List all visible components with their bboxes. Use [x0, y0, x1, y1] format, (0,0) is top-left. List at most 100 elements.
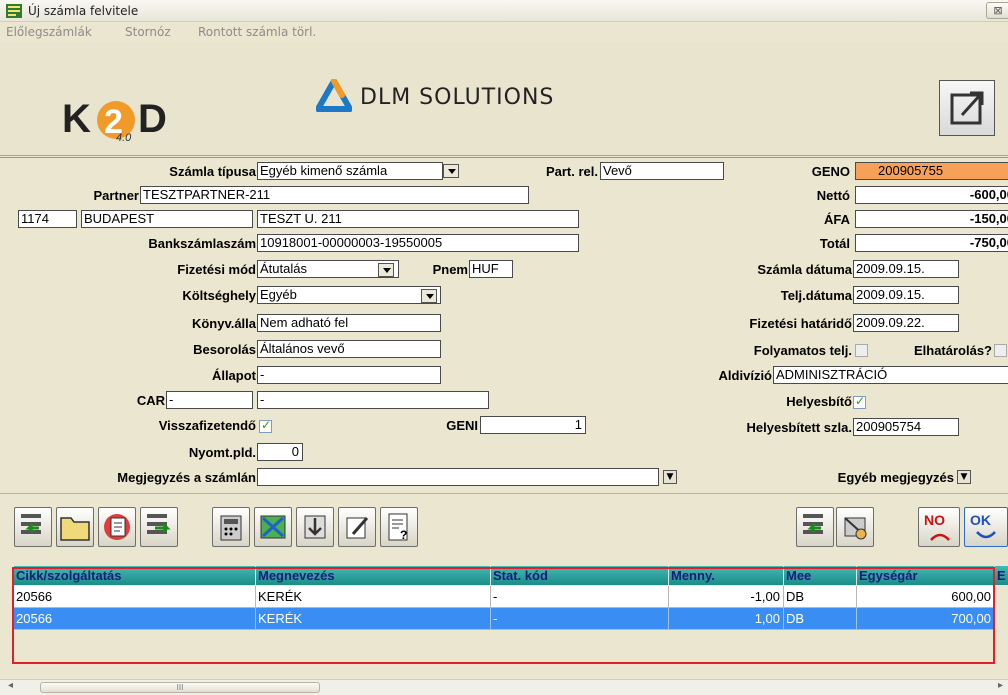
- nyomt-pld-label: Nyomt.pld.: [188, 445, 256, 460]
- export-button[interactable]: [939, 80, 995, 136]
- visszafizetendo-checkbox[interactable]: [259, 418, 272, 433]
- export-icon: [950, 91, 984, 125]
- import-icon: [304, 515, 326, 539]
- import-button[interactable]: [296, 507, 334, 547]
- part-rel-label: Part. rel.: [545, 164, 598, 179]
- szamla-tipusa-select[interactable]: Egyéb kimenő számla: [257, 162, 443, 180]
- city-field[interactable]: BUDAPEST: [81, 210, 253, 228]
- szamla-datuma-field[interactable]: 2009.09.15.: [853, 260, 959, 278]
- helyesbito-label: Helyesbítő: [786, 394, 852, 409]
- edit-note-icon: [346, 517, 369, 539]
- arrow-right-icon: [147, 514, 171, 534]
- egyeb-megjegyzes-label: Egyéb megjegyzés: [837, 470, 954, 485]
- menu-item-stornoz[interactable]: Stornóz: [125, 25, 171, 39]
- allapot-label: Állapot: [211, 368, 256, 383]
- folyamatos-telj-label: Folyamatos telj.: [753, 343, 852, 358]
- megjegyzes-field[interactable]: [257, 468, 659, 486]
- megjegyzes-expand-icon[interactable]: ▼: [663, 470, 677, 484]
- no-button[interactable]: NO: [918, 507, 960, 547]
- koltseghely-select[interactable]: Egyéb: [257, 286, 441, 304]
- netto-field[interactable]: -600,00: [855, 186, 1008, 204]
- total-field[interactable]: -750,00: [855, 234, 1008, 252]
- car-label: CAR: [136, 393, 165, 408]
- help-button[interactable]: ?: [380, 507, 418, 547]
- print-button[interactable]: [98, 507, 136, 547]
- no-label: NO: [924, 512, 945, 528]
- horizontal-scrollbar[interactable]: ◂ III ▸: [0, 679, 1008, 695]
- car-field-2[interactable]: -: [257, 391, 489, 409]
- pnem-field[interactable]: HUF: [469, 260, 513, 278]
- logo-area: K 2 D 4.0 DLM SOLUTIONS: [0, 42, 1008, 156]
- geni-label: GENI: [446, 418, 478, 433]
- menu-item-rontott-szamla[interactable]: Rontott számla törl.: [198, 25, 316, 39]
- helyesbitett-szla-label: Helyesbített szla.: [746, 420, 853, 435]
- koltseghely-chevron-down-icon[interactable]: [421, 289, 437, 303]
- fizetesi-hatarido-field[interactable]: 2009.09.22.: [853, 314, 959, 332]
- sad-face-icon: [930, 533, 950, 541]
- street-field[interactable]: TESZT U. 211: [257, 210, 579, 228]
- open-folder-button[interactable]: [56, 507, 94, 547]
- menu-item-elolegszamlak[interactable]: Előlegszámlák: [6, 25, 92, 39]
- nyomt-pld-field[interactable]: 0: [257, 443, 303, 461]
- scroll-right-icon[interactable]: ▸: [998, 680, 1003, 691]
- szamla-datuma-label: Számla dátuma: [757, 262, 852, 277]
- egyeb-megjegyzes-expand-icon[interactable]: ▼: [957, 470, 971, 484]
- partner-field[interactable]: TESZTPARTNER-211: [140, 186, 529, 204]
- scroll-thumb[interactable]: III: [40, 682, 320, 693]
- besorolas-field[interactable]: Általános vevő: [257, 340, 441, 358]
- fizetesi-hatarido-label: Fizetési határidő: [749, 316, 852, 331]
- svg-text:K: K: [62, 97, 91, 141]
- telj-datuma-field[interactable]: 2009.09.15.: [853, 286, 959, 304]
- ok-label: OK: [970, 512, 991, 528]
- fizetesi-mod-value: Átutalás: [260, 261, 307, 276]
- elhatarolas-checkbox[interactable]: [994, 344, 1007, 357]
- k2d-logo: K 2 D 4.0: [62, 94, 202, 144]
- geni-field[interactable]: 1: [480, 416, 586, 434]
- elhatarolas-label: Elhatárolás?: [913, 343, 992, 358]
- zip-field[interactable]: 1174: [18, 210, 77, 228]
- document-list-icon: [104, 514, 130, 540]
- car-field-1[interactable]: -: [166, 391, 253, 409]
- telj-datuma-label: Telj.dátuma: [780, 288, 852, 303]
- col-header-e[interactable]: E: [995, 566, 1008, 585]
- szamla-tipusa-dropdown-chevron-down-icon[interactable]: [443, 164, 459, 178]
- pnem-label: Pnem: [432, 262, 468, 277]
- bankszamlaszam-label: Bankszámlaszám: [148, 236, 256, 251]
- arrow-left-list-icon: [803, 514, 823, 534]
- netto-label: Nettó: [816, 188, 850, 203]
- svg-text:?: ?: [400, 528, 407, 542]
- total-label: Totál: [819, 236, 850, 251]
- megjegyzes-label: Megjegyzés a számlán: [117, 470, 256, 485]
- edit-button[interactable]: [338, 507, 376, 547]
- fizetesi-mod-chevron-down-icon[interactable]: [378, 263, 394, 277]
- delete-button[interactable]: [254, 507, 292, 547]
- szamla-tipusa-value: Egyéb kimenő számla: [260, 163, 388, 178]
- helyesbito-checkbox[interactable]: [853, 394, 866, 409]
- bankszamlaszam-field[interactable]: 10918001-00000003-19550005: [257, 234, 579, 252]
- afa-field[interactable]: -150,00: [855, 210, 1008, 228]
- tools-icon: [844, 517, 867, 540]
- calculate-button[interactable]: [212, 507, 250, 547]
- ok-button[interactable]: OK: [964, 507, 1008, 547]
- window-title: Új számla felvitele: [28, 4, 139, 18]
- tools-button[interactable]: [836, 507, 874, 547]
- allapot-field[interactable]: -: [257, 366, 441, 384]
- geno-field[interactable]: 200905755: [855, 162, 1008, 180]
- forward-button[interactable]: [140, 507, 178, 547]
- back-button[interactable]: [14, 507, 52, 547]
- scroll-left-icon[interactable]: ◂: [8, 680, 13, 691]
- afa-label: ÁFA: [824, 212, 850, 227]
- dlm-logo-icon: [316, 79, 352, 112]
- szamla-tipusa-label: Számla típusa: [169, 164, 256, 179]
- aldivizio-field[interactable]: ADMINISZTRÁCIÓ: [773, 366, 1008, 384]
- visszafizetendo-label: Visszafizetendő: [158, 418, 256, 433]
- list-back-button[interactable]: [796, 507, 834, 547]
- highlight-frame: [12, 567, 995, 664]
- geno-label: GENO: [811, 164, 850, 179]
- partner-label: Partner: [93, 188, 139, 203]
- konyv-alla-field[interactable]: Nem adható fel: [257, 314, 441, 332]
- close-button[interactable]: ⊠: [986, 2, 1008, 19]
- folyamatos-telj-checkbox[interactable]: [855, 344, 868, 357]
- helyesbitett-szla-field[interactable]: 200905754: [853, 418, 959, 436]
- k2d-version: 4.0: [116, 132, 132, 144]
